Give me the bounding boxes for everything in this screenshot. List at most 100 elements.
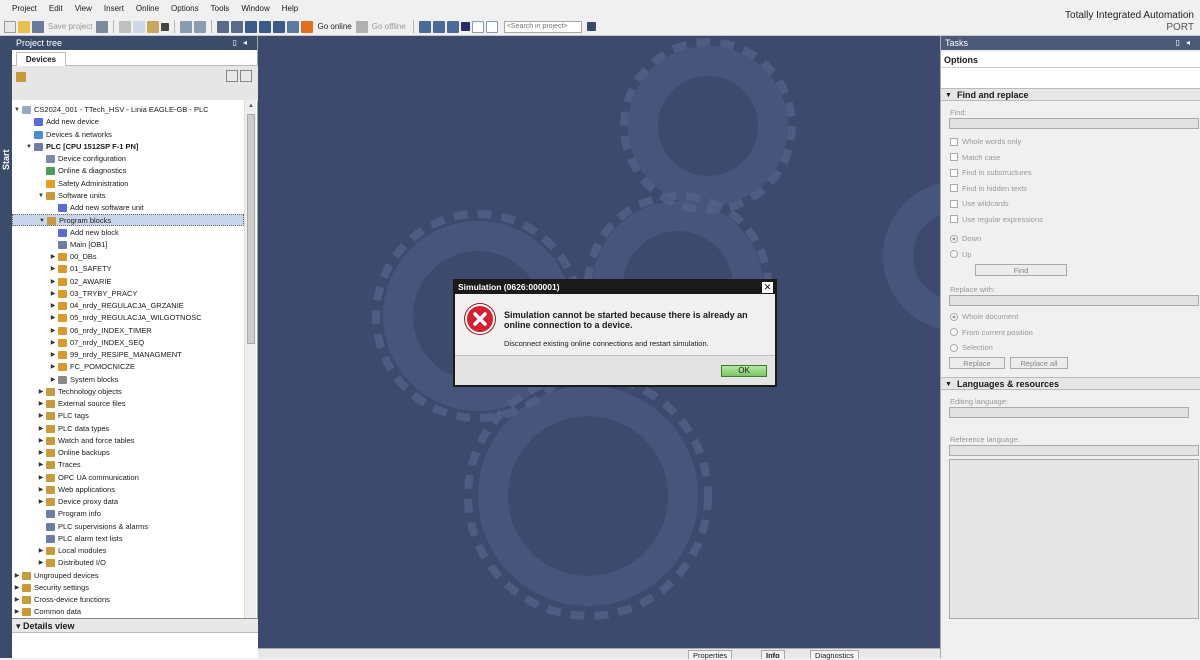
- tree-item[interactable]: ▶ Web applications: [12, 484, 244, 496]
- collapse-arrow-icon[interactable]: ▼: [25, 141, 33, 153]
- go-online-button[interactable]: Go online: [315, 22, 353, 31]
- stop-cpu-icon[interactable]: [446, 20, 459, 33]
- tree-item[interactable]: Safety Administration: [12, 178, 244, 190]
- tree-item[interactable]: Program info: [12, 508, 244, 520]
- cross-reference-icon[interactable]: [460, 22, 470, 31]
- tree-item[interactable]: ▶ OPC UA communication: [12, 472, 244, 484]
- tree-item[interactable]: PLC supervisions & alarms: [12, 521, 244, 533]
- radio[interactable]: [950, 312, 958, 321]
- language-list[interactable]: [949, 458, 1199, 619]
- tree-item[interactable]: ▶ Common data: [12, 606, 244, 618]
- tree-item[interactable]: ▶ Watch and force tables: [12, 435, 244, 447]
- go-offline-icon[interactable]: [355, 20, 368, 33]
- tree-item[interactable]: ▼ PLC [CPU 1512SP F-1 PN]: [12, 141, 244, 153]
- cut-icon[interactable]: [119, 20, 132, 33]
- menu-insert[interactable]: Insert: [98, 0, 130, 18]
- tree-item[interactable]: Add new device: [12, 116, 244, 128]
- tree-item[interactable]: ▶ Cross-device functions: [12, 594, 244, 606]
- reference-language-select[interactable]: [949, 444, 1199, 456]
- find-button[interactable]: Find: [975, 264, 1067, 276]
- split-horizontal-icon[interactable]: [217, 20, 230, 33]
- tree-item[interactable]: ▶ Distributed I/O: [12, 557, 244, 569]
- collapse-arrow-icon[interactable]: ▼: [13, 104, 21, 116]
- panel-controls[interactable]: ▯◂: [1176, 36, 1196, 50]
- checkbox[interactable]: [950, 184, 958, 193]
- expand-arrow-icon[interactable]: ▶: [37, 423, 45, 435]
- tree-item[interactable]: ▶ External source files: [12, 398, 244, 410]
- tree-item[interactable]: ▶ System blocks: [12, 374, 244, 386]
- expand-arrow-icon[interactable]: ▶: [13, 582, 21, 594]
- expand-arrow-icon[interactable]: ▶: [49, 300, 57, 312]
- expand-arrow-icon[interactable]: ▶: [49, 288, 57, 300]
- expand-arrow-icon[interactable]: ▶: [37, 496, 45, 508]
- tree-item[interactable]: Main [OB1]: [12, 239, 244, 251]
- menu-tools[interactable]: Tools: [205, 0, 236, 18]
- tree-item[interactable]: ▶ 02_AWARIE: [12, 276, 244, 288]
- expand-arrow-icon[interactable]: ▶: [49, 276, 57, 288]
- expand-arrow-icon[interactable]: ▶: [49, 374, 57, 386]
- down-radio[interactable]: Down: [941, 231, 1200, 247]
- expand-arrow-icon[interactable]: ▶: [37, 386, 45, 398]
- menu-edit[interactable]: Edit: [43, 0, 69, 18]
- whole-words-checkbox[interactable]: Whole words only: [941, 134, 1200, 150]
- simulation-icon[interactable]: [287, 20, 300, 33]
- match-case-checkbox[interactable]: Match case: [941, 150, 1200, 166]
- checkbox[interactable]: [950, 153, 958, 162]
- paste-icon[interactable]: [147, 20, 160, 33]
- tree-scrollbar[interactable]: ▲ ▼: [244, 100, 256, 648]
- tree-item[interactable]: ▶ Local modules: [12, 545, 244, 557]
- split-editor-icon[interactable]: [471, 20, 484, 33]
- hidden-texts-checkbox[interactable]: Find in hidden texts: [941, 181, 1200, 197]
- checkbox[interactable]: [950, 215, 958, 224]
- start-sidebar[interactable]: Start: [0, 36, 12, 658]
- compile-icon[interactable]: [245, 20, 258, 33]
- expand-arrow-icon[interactable]: ▶: [13, 570, 21, 582]
- new-project-icon[interactable]: [4, 20, 16, 33]
- tree-item[interactable]: ▶ 03_TRYBY_PRACY: [12, 288, 244, 300]
- save-project-icon[interactable]: [32, 20, 44, 33]
- menu-window[interactable]: Window: [235, 0, 275, 18]
- tree-item[interactable]: ▼ Software units: [12, 190, 244, 202]
- scroll-up-icon[interactable]: ▲: [245, 100, 257, 112]
- tree-item[interactable]: ▶ Technology objects: [12, 386, 244, 398]
- tree-item[interactable]: ▶ Online backups: [12, 447, 244, 459]
- tree-item[interactable]: Device configuration: [12, 153, 244, 165]
- find-input[interactable]: [949, 118, 1199, 129]
- tree-item[interactable]: Add new block: [12, 227, 244, 239]
- panel-controls[interactable]: ▯◂: [233, 36, 253, 50]
- split-vertical-icon[interactable]: [231, 20, 244, 33]
- tree-item[interactable]: ▶ 01_SAFETY: [12, 263, 244, 275]
- whole-document-radio[interactable]: Whole document: [941, 309, 1200, 325]
- regex-checkbox[interactable]: Use regular expressions: [941, 212, 1200, 228]
- download-icon[interactable]: [259, 20, 272, 33]
- menu-project[interactable]: Project: [6, 0, 43, 18]
- radio[interactable]: [950, 234, 958, 243]
- editing-language-select[interactable]: [949, 406, 1189, 418]
- expand-arrow-icon[interactable]: ▶: [49, 337, 57, 349]
- radio[interactable]: [950, 343, 958, 352]
- binoculars-icon[interactable]: [586, 22, 596, 31]
- scroll-thumb[interactable]: [247, 114, 255, 344]
- tree-item[interactable]: PLC alarm text lists: [12, 533, 244, 545]
- menu-online[interactable]: Online: [130, 0, 165, 18]
- expand-arrow-icon[interactable]: ▶: [37, 398, 45, 410]
- expand-arrow-icon[interactable]: ▶: [37, 410, 45, 422]
- expand-arrow-icon[interactable]: ▶: [49, 251, 57, 263]
- tree-item[interactable]: Devices & networks: [12, 129, 244, 141]
- from-current-radio[interactable]: From current position: [941, 325, 1200, 341]
- save-project-button[interactable]: Save project: [46, 22, 94, 31]
- undo-icon[interactable]: [180, 20, 193, 33]
- expand-arrow-icon[interactable]: ▶: [37, 484, 45, 496]
- expand-arrow-icon[interactable]: ▶: [37, 459, 45, 471]
- find-replace-header[interactable]: ▼ Find and replace: [941, 88, 1200, 101]
- expand-arrow-icon[interactable]: ▶: [13, 594, 21, 606]
- replace-all-button[interactable]: Replace all: [1010, 356, 1068, 369]
- replace-button[interactable]: Replace: [949, 356, 1005, 369]
- up-radio[interactable]: Up: [941, 247, 1200, 263]
- upload-icon[interactable]: [273, 20, 286, 33]
- redo-icon[interactable]: [194, 20, 207, 33]
- collapse-arrow-icon[interactable]: ▼: [37, 190, 45, 202]
- tree-item[interactable]: ▶ Device proxy data: [12, 496, 244, 508]
- overview-icon[interactable]: [240, 70, 252, 82]
- checkbox[interactable]: [950, 199, 958, 208]
